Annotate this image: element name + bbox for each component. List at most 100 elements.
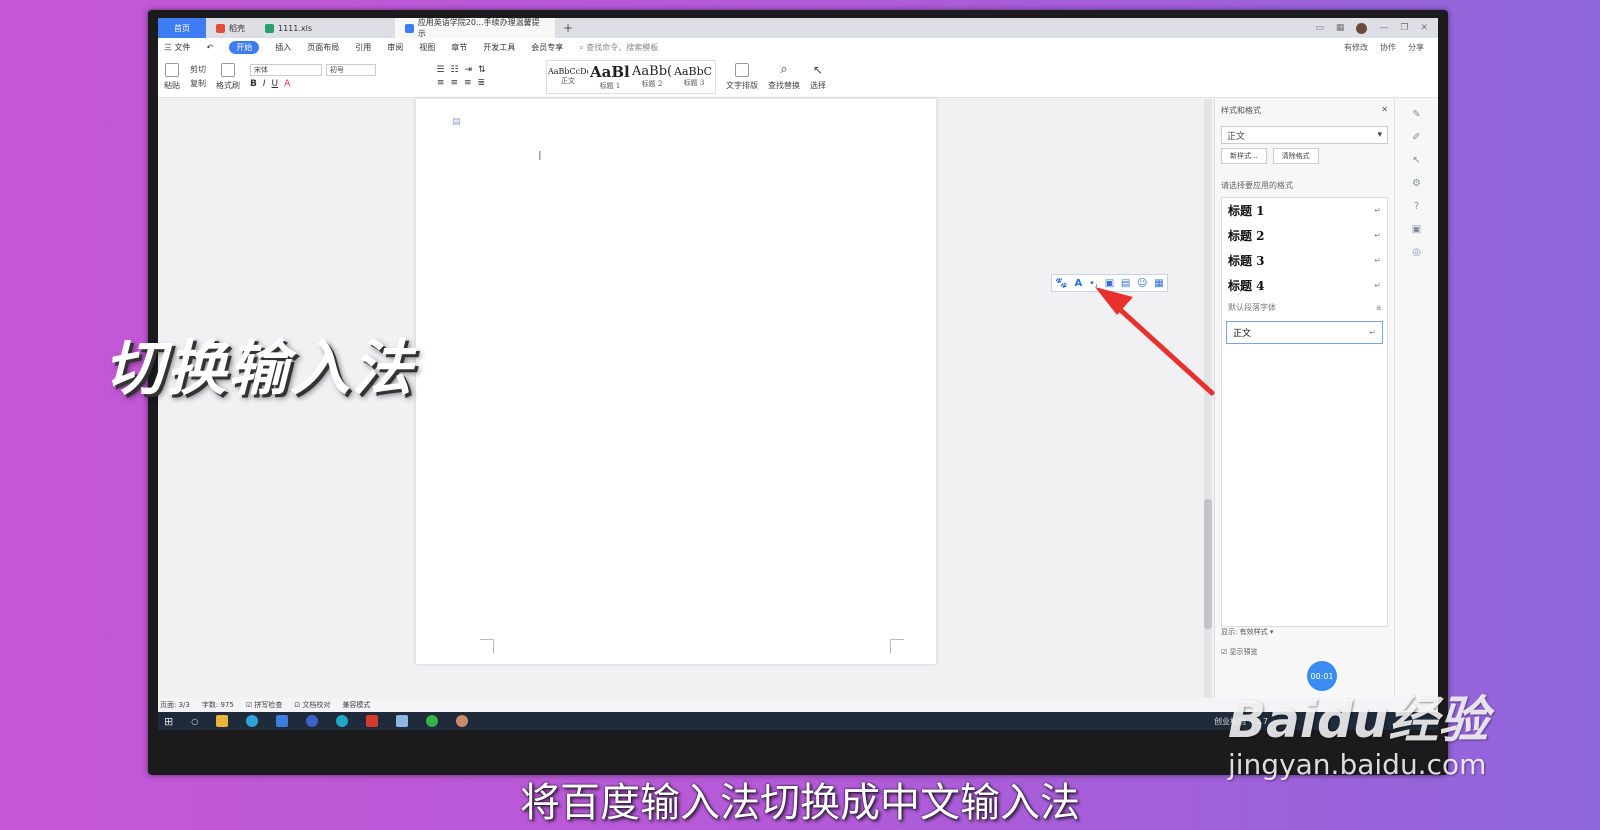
menu-devtools[interactable]: 开发工具 <box>483 42 515 53</box>
windows-start-icon[interactable]: ⊞ <box>164 715 173 728</box>
style-item-default-font[interactable]: 默认段落字体 a <box>1222 298 1387 317</box>
ime-grid-icon[interactable]: ▦ <box>1154 278 1163 289</box>
style-heading-3[interactable]: AaBbC 标题 3 <box>673 61 715 93</box>
share-button[interactable]: 分享 <box>1408 42 1424 53</box>
bold-button[interactable]: B <box>250 79 257 89</box>
modified-button[interactable]: 有修改 <box>1344 42 1368 53</box>
close-icon[interactable]: ✕ <box>1381 105 1388 116</box>
sort-icon[interactable]: ⇅ <box>478 65 486 75</box>
edge-icon[interactable] <box>276 715 289 727</box>
browser-icon[interactable] <box>246 715 259 727</box>
minimize-icon[interactable]: — <box>1379 23 1388 33</box>
show-filter[interactable]: 显示: 有效样式 ▾ <box>1221 627 1273 637</box>
menu-layout[interactable]: 页面布局 <box>307 42 339 53</box>
numbering-icon[interactable]: ☷ <box>450 65 458 75</box>
style-item-heading-3[interactable]: 标题 3 ↵ <box>1222 248 1387 273</box>
new-style-button[interactable]: 新样式... <box>1221 148 1267 164</box>
current-style-select[interactable]: 正文 ▾ <box>1221 126 1388 144</box>
find-replace-button[interactable]: ⌕ 查找替换 <box>768 62 800 91</box>
search-icon[interactable]: ○ <box>191 717 198 726</box>
pointer-icon[interactable]: ↖ <box>1412 155 1420 166</box>
pen-icon[interactable]: ✐ <box>1412 132 1420 143</box>
format-painter-button[interactable]: 格式刷 <box>216 62 240 91</box>
grid-icon[interactable]: ▦ <box>1336 23 1345 33</box>
sogou-icon[interactable] <box>306 715 319 727</box>
undo-icon[interactable]: ↶ <box>207 43 214 52</box>
align-left-icon[interactable]: ≡ <box>437 78 445 88</box>
ime-language-toggle[interactable]: A <box>1075 278 1083 289</box>
text-layout-label: 文字排版 <box>726 80 758 90</box>
page-indicator[interactable]: 页面: 3/3 <box>160 700 190 710</box>
style-item-body[interactable]: 正文 ↵ <box>1226 321 1383 344</box>
cut-button[interactable]: 剪切 <box>190 64 206 75</box>
align-center-icon[interactable]: ≡ <box>450 78 458 88</box>
edge-chromium-icon[interactable] <box>336 715 349 727</box>
app-icon[interactable] <box>396 715 409 727</box>
share-icon[interactable]: ◎ <box>1412 247 1421 258</box>
layout-icon[interactable]: ▭ <box>1315 23 1324 33</box>
style-normal[interactable]: AaBbCcDd 正文 <box>547 61 589 93</box>
style-item-heading-2[interactable]: 标题 2 ↵ <box>1222 223 1387 248</box>
ime-user-icon[interactable]: ☺ <box>1137 278 1147 289</box>
ime-punctuation-icon[interactable]: •, <box>1089 278 1098 289</box>
settings-icon[interactable]: ⚙ <box>1412 178 1421 189</box>
new-tab-button[interactable]: + <box>555 21 581 35</box>
menu-review[interactable]: 审阅 <box>387 42 403 53</box>
collab-button[interactable]: 协作 <box>1380 42 1396 53</box>
tab-document[interactable]: 应用英语学院20...手续办理温馨提示 <box>395 18 555 38</box>
command-search[interactable]: ⌕ 查找命令、搜索模板 <box>579 42 658 53</box>
wechat-icon[interactable] <box>426 715 439 727</box>
menu-chapter[interactable]: 章节 <box>451 42 467 53</box>
clear-format-button[interactable]: 清除格式 <box>1272 148 1319 164</box>
italic-button[interactable]: I <box>263 79 266 89</box>
document-page[interactable]: ▤ I <box>416 99 936 664</box>
menu-file[interactable]: 三 文件 <box>164 42 191 53</box>
paste-button[interactable]: 粘贴 <box>164 62 180 91</box>
font-size-select[interactable]: 初号 <box>326 64 376 76</box>
tab-xls[interactable]: 1111.xls <box>255 18 395 38</box>
avatar[interactable] <box>1356 22 1368 34</box>
ime-toolbox-icon[interactable]: ▣ <box>1105 278 1114 289</box>
tab-home[interactable]: 首页 <box>158 18 206 38</box>
select-button[interactable]: ↖ 选择 <box>810 63 826 91</box>
style-icon[interactable]: ✎ <box>1412 109 1420 120</box>
ime-paw-icon[interactable]: 🐾 <box>1055 278 1067 289</box>
show-preview-checkbox[interactable]: ☑ 显示预览 <box>1221 647 1273 657</box>
image-icon[interactable]: ▣ <box>1412 224 1421 235</box>
underline-button[interactable]: U <box>272 79 279 89</box>
word-count[interactable]: 字数: 975 <box>202 700 234 710</box>
close-icon[interactable]: ✕ <box>1420 23 1428 33</box>
ime-keyboard-icon[interactable]: ▤ <box>1121 278 1130 289</box>
font-group: 宋体 初号 B I U A <box>250 64 376 89</box>
paragraph-icon[interactable]: ▤ <box>452 117 461 127</box>
vertical-scrollbar[interactable] <box>1204 99 1212 698</box>
menu-view[interactable]: 视图 <box>419 42 435 53</box>
scrollbar-thumb[interactable] <box>1204 499 1212 629</box>
wps-icon[interactable] <box>366 715 379 727</box>
menu-member[interactable]: 会员专享 <box>531 42 563 53</box>
return-icon: ↵ <box>1369 328 1376 337</box>
paragraph-group: ☰ ☷ ⇥ ⇅ ≡ ≡ ≡ ≣ <box>386 65 536 88</box>
tab-docer[interactable]: 稻壳 <box>206 18 255 38</box>
menu-reference[interactable]: 引用 <box>355 42 371 53</box>
copy-button[interactable]: 复制 <box>190 78 206 89</box>
bullets-icon[interactable]: ☰ <box>436 65 444 75</box>
file-explorer-icon[interactable] <box>216 715 229 727</box>
font-color-icon[interactable]: A <box>284 79 290 89</box>
style-item-heading-1[interactable]: 标题 1 ↵ <box>1222 198 1387 223</box>
indent-icon[interactable]: ⇥ <box>465 65 473 75</box>
menu-insert[interactable]: 插入 <box>275 42 291 53</box>
text-layout-button[interactable]: 文字排版 <box>726 62 758 91</box>
help-icon[interactable]: ? <box>1414 201 1419 212</box>
style-heading-2[interactable]: AaBb(标题 2 <box>631 61 673 93</box>
user-app-icon[interactable] <box>456 715 469 727</box>
style-item-heading-4[interactable]: 标题 4 ↵ <box>1222 273 1387 298</box>
spell-check[interactable]: ☑ 拼写检查 <box>246 700 283 710</box>
font-name-select[interactable]: 宋体 <box>250 64 322 76</box>
style-heading-1[interactable]: AaBl 标题 1 <box>589 61 631 93</box>
proofread[interactable]: ⊡ 文档校对 <box>294 700 330 710</box>
menu-start[interactable]: 开始 <box>229 40 260 54</box>
align-right-icon[interactable]: ≡ <box>464 78 472 88</box>
maximize-icon[interactable]: ❐ <box>1400 23 1408 33</box>
justify-icon[interactable]: ≣ <box>478 78 486 88</box>
